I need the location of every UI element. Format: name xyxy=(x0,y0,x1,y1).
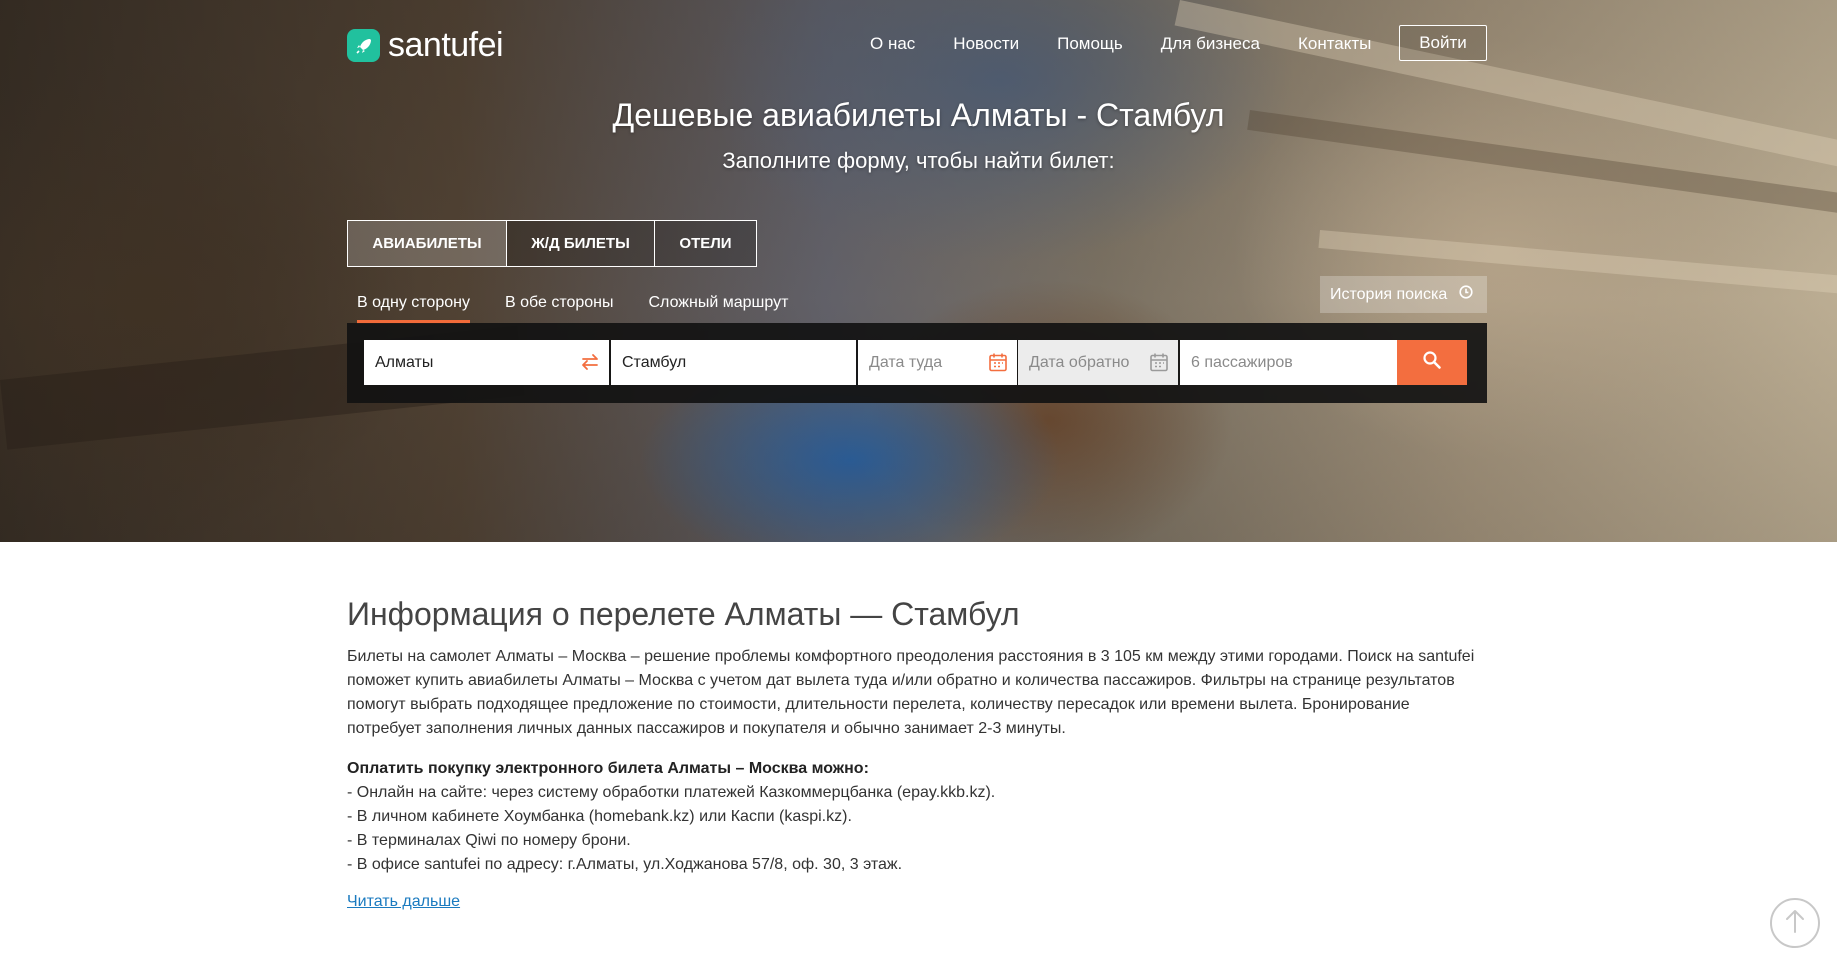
passengers-field[interactable]: 6 пассажиров xyxy=(1180,340,1398,385)
search-icon xyxy=(1422,350,1442,375)
trip-round-trip[interactable]: В обе стороны xyxy=(505,294,614,324)
rocket-icon xyxy=(347,29,380,62)
nav-link-business[interactable]: Для бизнеса xyxy=(1161,24,1260,64)
read-more-link[interactable]: Читать дальше xyxy=(347,893,460,911)
page-subtitle: Заполните форму, чтобы найти билет: xyxy=(722,148,1115,173)
nav-link-news[interactable]: Новости xyxy=(953,24,1019,64)
origin-field[interactable]: Алматы xyxy=(364,340,609,385)
search-history-button[interactable]: История поиска xyxy=(1320,276,1487,313)
payment-title: Оплатить покупку электронного билета Алм… xyxy=(347,760,869,777)
arrow-up-icon xyxy=(1784,908,1806,939)
destination-value: Стамбул xyxy=(622,353,687,371)
calendar-icon xyxy=(1148,351,1170,378)
search-form: Алматы Стамбул Дата туда Дата обратно 6 … xyxy=(347,323,1487,403)
top-nav: О нас Новости Помощь Для бизнеса Контакт… xyxy=(870,24,1409,64)
nav-link-about[interactable]: О нас xyxy=(870,24,915,64)
departure-date-field[interactable]: Дата туда xyxy=(858,340,1017,385)
payment-option: - В личном кабинете Хоумбанка (homebank.… xyxy=(347,808,852,825)
trip-type-selector: В одну сторону В обе стороны Сложный мар… xyxy=(357,294,823,324)
tab-hotels[interactable]: ОТЕЛИ xyxy=(654,220,757,267)
return-date-placeholder: Дата обратно xyxy=(1029,353,1130,371)
origin-value: Алматы xyxy=(375,353,434,371)
payment-option: - Онлайн на сайте: через систему обработ… xyxy=(347,784,996,801)
payment-option: - В офисе santufei по адресу: г.Алматы, … xyxy=(347,856,903,873)
trip-multi-city[interactable]: Сложный маршрут xyxy=(649,294,789,324)
tab-flights[interactable]: АВИАБИЛЕТЫ xyxy=(347,220,507,267)
tab-trains[interactable]: Ж/Д БИЛЕТЫ xyxy=(506,220,655,267)
calendar-icon xyxy=(987,351,1009,378)
nav-link-contacts[interactable]: Контакты xyxy=(1298,24,1371,64)
departure-date-placeholder: Дата туда xyxy=(869,353,943,371)
trip-one-way[interactable]: В одну сторону xyxy=(357,294,470,324)
logo-link[interactable]: santufei xyxy=(347,26,504,65)
destination-field[interactable]: Стамбул xyxy=(611,340,856,385)
product-tabs: АВИАБИЛЕТЫ Ж/Д БИЛЕТЫ ОТЕЛИ xyxy=(347,220,757,267)
swap-arrows-icon[interactable] xyxy=(579,351,601,378)
hero-section: santufei О нас Новости Помощь Для бизнес… xyxy=(0,0,1837,542)
search-button[interactable] xyxy=(1397,340,1467,385)
route-info-paragraph: Билеты на самолет Алматы – Москва – реше… xyxy=(347,648,1475,737)
page-title: Дешевые авиабилеты Алматы - Стамбул xyxy=(612,97,1225,133)
payment-option: - В терминалах Qiwi по номеру брони. xyxy=(347,832,631,849)
logo-text: santufei xyxy=(388,26,504,64)
scroll-to-top-button[interactable] xyxy=(1770,898,1820,948)
search-history-label: История поиска xyxy=(1330,285,1448,303)
nav-link-help[interactable]: Помощь xyxy=(1057,24,1123,64)
clock-icon xyxy=(1459,285,1473,304)
route-info-section: Информация о перелете Алматы — Стамбул Б… xyxy=(347,596,1487,911)
route-info-title: Информация о перелете Алматы — Стамбул xyxy=(347,596,1020,632)
login-button[interactable]: Войти xyxy=(1399,25,1487,61)
passengers-placeholder: 6 пассажиров xyxy=(1191,353,1293,371)
return-date-field[interactable]: Дата обратно xyxy=(1018,340,1178,385)
